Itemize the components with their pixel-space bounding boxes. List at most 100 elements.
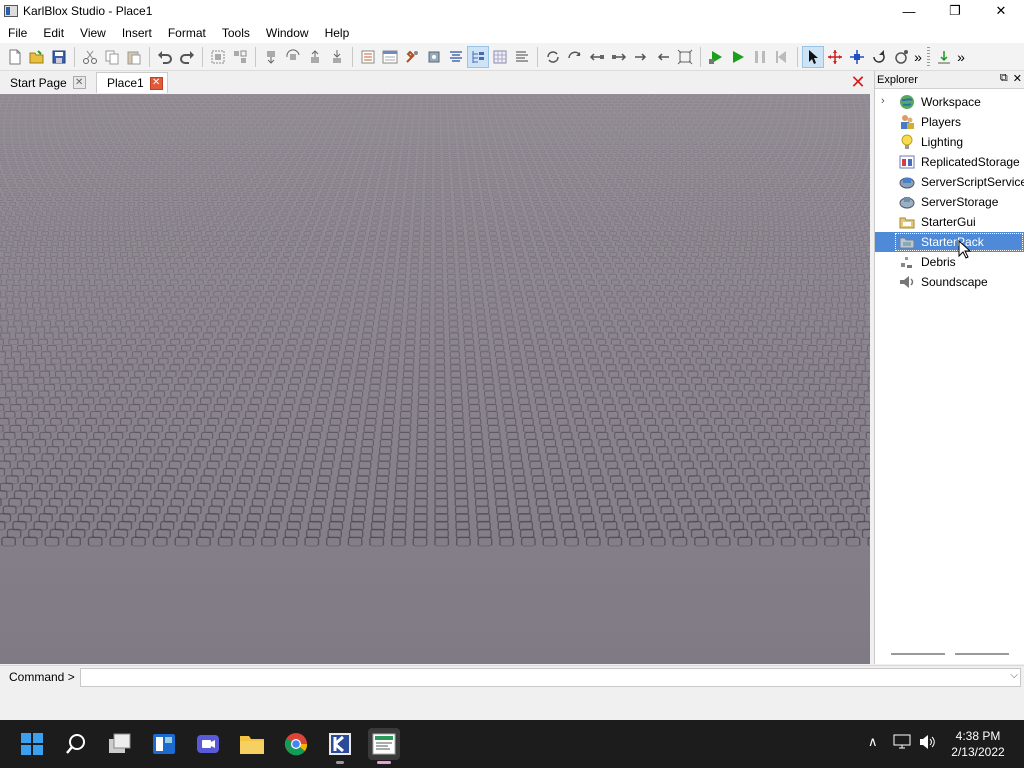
tree-item-startergui[interactable]: StarterGui xyxy=(875,212,1024,232)
lift-icon[interactable] xyxy=(304,46,326,68)
tab-place1[interactable]: Place1 ✕ xyxy=(96,72,168,93)
chrome-icon[interactable] xyxy=(280,728,312,760)
close-window-button[interactable]: ✕ xyxy=(978,0,1024,22)
tab-label: Start Page xyxy=(10,75,67,90)
tree-item-players[interactable]: Players xyxy=(875,112,1024,132)
command-label: Command > xyxy=(9,670,75,684)
tree-item-lighting[interactable]: Lighting xyxy=(875,132,1024,152)
close-tab-icon[interactable]: ✕ xyxy=(149,76,163,90)
run-icon[interactable] xyxy=(705,46,727,68)
ungroup-icon[interactable] xyxy=(229,46,251,68)
export-icon[interactable] xyxy=(933,46,955,68)
windows-start-icon[interactable] xyxy=(16,728,48,760)
system-clock[interactable]: 4:38 PM 2/13/2022 xyxy=(940,728,1016,760)
starter-pack-icon xyxy=(899,237,915,249)
properties-icon[interactable] xyxy=(379,46,401,68)
network-icon[interactable] xyxy=(893,734,911,753)
anchor-icon[interactable] xyxy=(890,46,912,68)
widgets-icon[interactable] xyxy=(148,728,180,760)
more-icon-2[interactable]: » xyxy=(955,46,967,68)
camera-forward-icon[interactable] xyxy=(630,46,652,68)
menu-help[interactable]: Help xyxy=(317,26,358,40)
camera-pan-icon[interactable] xyxy=(542,46,564,68)
file-explorer-icon[interactable] xyxy=(236,728,268,760)
command-input[interactable] xyxy=(80,668,1021,687)
tools-icon[interactable] xyxy=(423,46,445,68)
search-icon[interactable] xyxy=(60,728,92,760)
camera-rotate-icon[interactable] xyxy=(564,46,586,68)
stop-icon[interactable] xyxy=(771,46,793,68)
window-title: KarlBlox Studio - Place1 xyxy=(23,4,153,18)
expand-arrow-icon[interactable]: › xyxy=(881,95,885,107)
camera-back-icon[interactable] xyxy=(652,46,674,68)
tab-start-page[interactable]: Start Page ✕ xyxy=(0,72,86,93)
paste-icon[interactable] xyxy=(123,46,145,68)
menu-view[interactable]: View xyxy=(72,26,114,40)
rotate-tool-icon[interactable] xyxy=(868,46,890,68)
lower-icon[interactable] xyxy=(326,46,348,68)
tree-item-label: ServerScriptService xyxy=(921,175,1024,189)
chevron-down-icon[interactable]: ⌵ xyxy=(1010,670,1018,681)
cut-icon[interactable] xyxy=(79,46,101,68)
menu-edit[interactable]: Edit xyxy=(35,26,72,40)
camera-left-icon[interactable] xyxy=(586,46,608,68)
tree-item-label: StarterPack xyxy=(921,235,984,249)
redo-icon[interactable] xyxy=(176,46,198,68)
tree-icon[interactable] xyxy=(467,45,489,68)
camera-right-icon[interactable] xyxy=(608,46,630,68)
tree-item-serverscriptservice[interactable]: ServerScriptService xyxy=(875,172,1024,192)
close-tab-icon[interactable]: ✕ xyxy=(72,76,86,89)
pause-icon[interactable] xyxy=(749,46,771,68)
menu-insert[interactable]: Insert xyxy=(114,26,160,40)
output-icon[interactable] xyxy=(511,46,533,68)
restore-button[interactable]: ❐ xyxy=(932,0,978,22)
clock-date: 2/13/2022 xyxy=(951,745,1005,759)
minimize-button[interactable]: — xyxy=(886,0,932,22)
open-icon[interactable] xyxy=(26,46,48,68)
toolbar-separator xyxy=(74,46,75,67)
volume-icon[interactable] xyxy=(919,734,937,753)
tree-item-replicatedstorage[interactable]: ReplicatedStorage xyxy=(875,152,1024,172)
close-panel-icon[interactable]: ✕ xyxy=(1013,72,1022,85)
tray-chevron-icon[interactable]: ∧ xyxy=(868,734,878,750)
tree-item-starterpack[interactable]: StarterPack xyxy=(875,232,1024,252)
menu-file[interactable]: File xyxy=(0,26,35,40)
copy-icon[interactable] xyxy=(101,46,123,68)
tree-item-soundscape[interactable]: Soundscape xyxy=(875,272,1024,292)
grid-icon[interactable] xyxy=(489,46,511,68)
rotate-icon[interactable] xyxy=(282,46,304,68)
toolbox-icon[interactable] xyxy=(401,46,423,68)
3d-viewport[interactable] xyxy=(0,94,870,664)
align-icon[interactable] xyxy=(445,46,467,68)
undo-icon[interactable] xyxy=(154,46,176,68)
save-icon[interactable] xyxy=(48,46,70,68)
tree-item-workspace[interactable]: › Workspace xyxy=(875,92,1024,112)
explorer-title: Explorer xyxy=(877,73,918,86)
menu-window[interactable]: Window xyxy=(258,26,317,40)
tree-item-serverstorage[interactable]: ServerStorage xyxy=(875,192,1024,212)
karlblox-icon[interactable] xyxy=(324,728,356,764)
select-icon[interactable] xyxy=(802,45,824,68)
tree-item-debris[interactable]: Debris xyxy=(875,252,1024,272)
group-icon[interactable] xyxy=(207,46,229,68)
move-icon[interactable] xyxy=(824,46,846,68)
resize-icon[interactable] xyxy=(846,46,868,68)
more-icon[interactable]: » xyxy=(912,46,924,68)
task-view-icon[interactable] xyxy=(104,728,136,760)
toolbar-grip[interactable] xyxy=(927,46,930,67)
play-icon[interactable] xyxy=(727,46,749,68)
tree-item-label: Debris xyxy=(921,255,956,269)
pin-icon[interactable]: ⧉ xyxy=(1000,72,1008,85)
tree-item-label: StarterGui xyxy=(921,215,976,229)
explorer-icon[interactable] xyxy=(357,46,379,68)
drop-icon[interactable] xyxy=(260,46,282,68)
close-document-icon[interactable]: ✕ xyxy=(850,73,866,91)
explorer-scrollbar[interactable] xyxy=(891,653,1009,656)
menu-format[interactable]: Format xyxy=(160,26,214,40)
new-icon[interactable] xyxy=(4,46,26,68)
karlblox-studio-icon[interactable] xyxy=(368,728,400,764)
toolbar-separator xyxy=(255,46,256,67)
zoom-extents-icon[interactable] xyxy=(674,46,696,68)
chat-icon[interactable] xyxy=(192,728,224,760)
menu-tools[interactable]: Tools xyxy=(214,26,258,40)
